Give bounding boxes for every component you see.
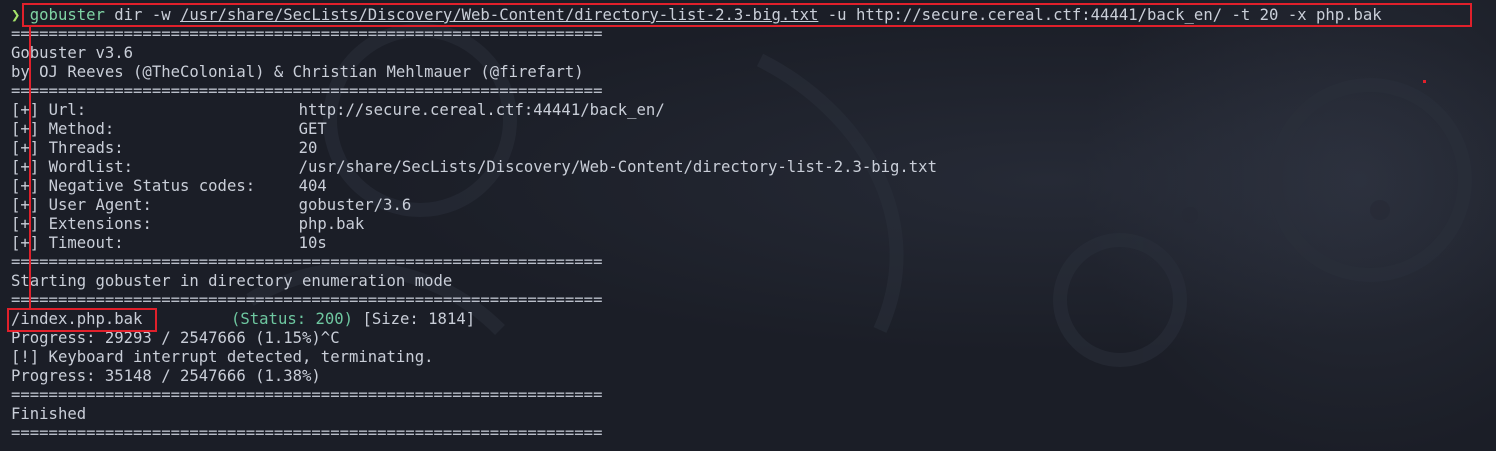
finished-line: Finished [11, 405, 87, 423]
progress-line: Progress: 29293 / 2547666 (1.15%)^C [11, 329, 340, 347]
highlight-connector-line [29, 27, 31, 308]
banner-authors: by OJ Reeves (@TheColonial) & Christian … [11, 63, 584, 81]
result-status: (Status: 200) [231, 310, 354, 328]
config-line: [+] Method: GET [11, 120, 327, 138]
interrupt-line: [!] Keyboard interrupt detected, termina… [11, 348, 434, 366]
separator: ========================================… [11, 253, 603, 271]
config-line: [+] Timeout: 10s [11, 234, 327, 252]
config-line: [+] Url: http://secure.cereal.ctf:44441/b… [11, 101, 665, 119]
separator: ========================================… [11, 386, 603, 404]
separator: ========================================… [11, 424, 603, 442]
red-marker [1423, 80, 1426, 83]
separator: ========================================… [11, 82, 603, 100]
prompt-symbol: ❯ [11, 6, 21, 24]
config-line: [+] Threads: 20 [11, 139, 318, 157]
config-line: [+] Extensions: php.bak [11, 215, 365, 233]
banner-title: Gobuster v3.6 [11, 44, 134, 62]
command-highlight-box [22, 3, 1472, 27]
terminal-window[interactable]: ❯ gobuster dir -w /usr/share/SecLists/Di… [0, 0, 1496, 451]
terminal-output: ❯ gobuster dir -w /usr/share/SecLists/Di… [11, 6, 1382, 443]
separator: ========================================… [11, 291, 603, 309]
separator: ========================================… [11, 25, 603, 43]
result-size: [Size: 1814] [353, 310, 476, 328]
config-line: [+] Negative Status codes: 404 [11, 177, 327, 195]
mode-line: Starting gobuster in directory enumerati… [11, 272, 453, 290]
progress-line: Progress: 35148 / 2547666 (1.38%) [11, 367, 321, 385]
config-line: [+] Wordlist:/usr/share/SecLists/Discove… [11, 158, 937, 176]
config-line: [+] User Agent: gobuster/3.6 [11, 196, 412, 214]
result-highlight-box [7, 308, 157, 332]
result-line: /index.php.bak (Status: 200) [Size: 1814] [11, 310, 1382, 329]
